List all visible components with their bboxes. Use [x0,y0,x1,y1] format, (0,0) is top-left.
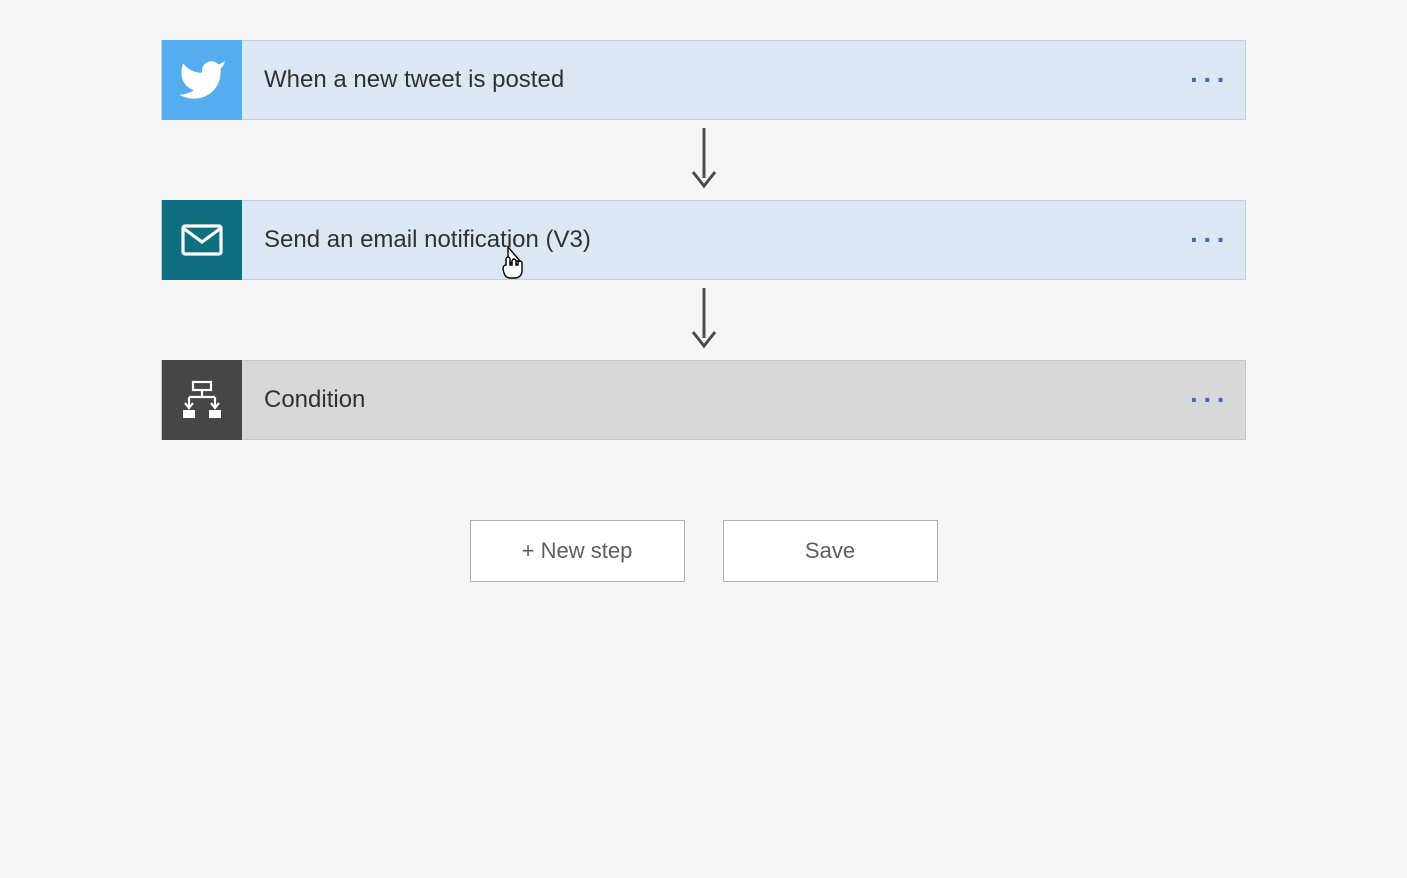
twitter-icon [162,40,242,120]
step-card-email-notification[interactable]: Send an email notification (V3) ··· [161,200,1246,280]
step-menu-button[interactable]: ··· [1185,64,1245,96]
step-label: Send an email notification (V3) [242,226,1185,254]
step-label: Condition [242,386,1185,414]
new-step-button[interactable]: + New step [470,520,685,582]
flow-canvas: When a new tweet is posted ··· Send an e… [0,0,1407,582]
condition-icon [162,360,242,440]
connector-arrow [161,120,1246,200]
step-menu-button[interactable]: ··· [1185,224,1245,256]
action-button-row: + New step Save [470,520,938,582]
connector-arrow [161,280,1246,360]
step-menu-button[interactable]: ··· [1185,384,1245,416]
save-button[interactable]: Save [723,520,938,582]
step-label: When a new tweet is posted [242,66,1185,94]
mail-icon [162,200,242,280]
step-card-twitter-trigger[interactable]: When a new tweet is posted ··· [161,40,1246,120]
step-card-condition[interactable]: Condition ··· [161,360,1246,440]
